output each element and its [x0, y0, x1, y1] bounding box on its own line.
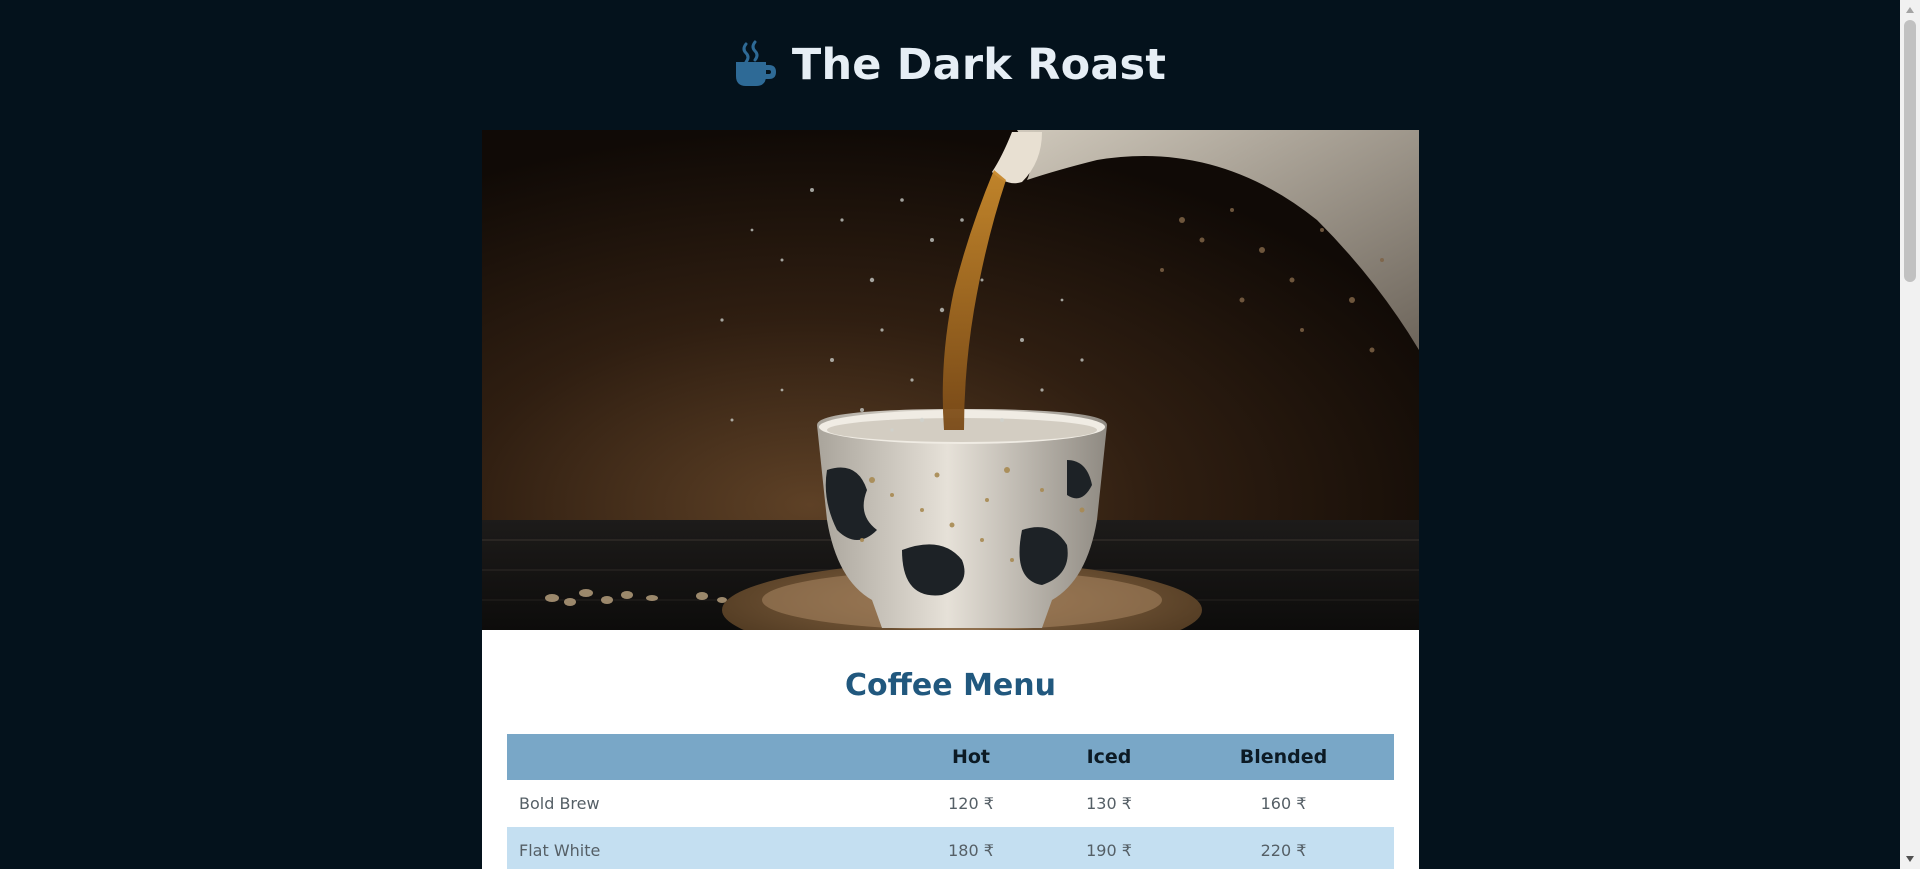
- price-hot: 180 ₹: [897, 827, 1045, 869]
- price-blended: 220 ₹: [1173, 827, 1394, 869]
- coffee-cup-icon: [735, 40, 776, 86]
- item-name: Bold Brew: [519, 794, 600, 813]
- column-header-name: [507, 734, 897, 780]
- table-row: Bold Brew 120 ₹ 130 ₹ 160 ₹: [507, 780, 1394, 827]
- price-iced: 130 ₹: [1086, 794, 1132, 813]
- site-header: The Dark Roast: [0, 0, 1900, 130]
- page: The Dark Roast Coffee Menu Hot Iced Blen…: [0, 0, 1920, 869]
- hero-image: [482, 130, 1419, 630]
- item-name: Flat White: [507, 827, 897, 869]
- column-header-hot: Hot: [897, 734, 1045, 780]
- menu-title: Coffee Menu: [845, 668, 1056, 703]
- price-blended: 160 ₹: [1260, 794, 1307, 813]
- column-header-blended: Blended: [1173, 734, 1394, 780]
- table-header-row: Hot Iced Blended: [507, 734, 1394, 780]
- menu-card: Coffee Menu Hot Iced Blended Bold Brew 1…: [482, 130, 1419, 869]
- vertical-scrollbar[interactable]: [1900, 0, 1920, 869]
- coffee-pour-image: [482, 130, 1419, 630]
- scroll-down-arrow-icon[interactable]: [1900, 849, 1920, 869]
- column-header-iced: Iced: [1045, 734, 1173, 780]
- price-iced: 190 ₹: [1045, 827, 1173, 869]
- table-row: Flat White 180 ₹ 190 ₹ 220 ₹: [507, 827, 1394, 869]
- scroll-up-arrow-icon[interactable]: [1900, 0, 1920, 20]
- site-title: The Dark Roast: [791, 40, 1167, 90]
- price-hot: 120 ₹: [948, 794, 994, 813]
- scrollbar-thumb[interactable]: [1904, 20, 1916, 282]
- coffee-menu-table: Hot Iced Blended Bold Brew 120 ₹ 130 ₹ 1…: [507, 734, 1394, 869]
